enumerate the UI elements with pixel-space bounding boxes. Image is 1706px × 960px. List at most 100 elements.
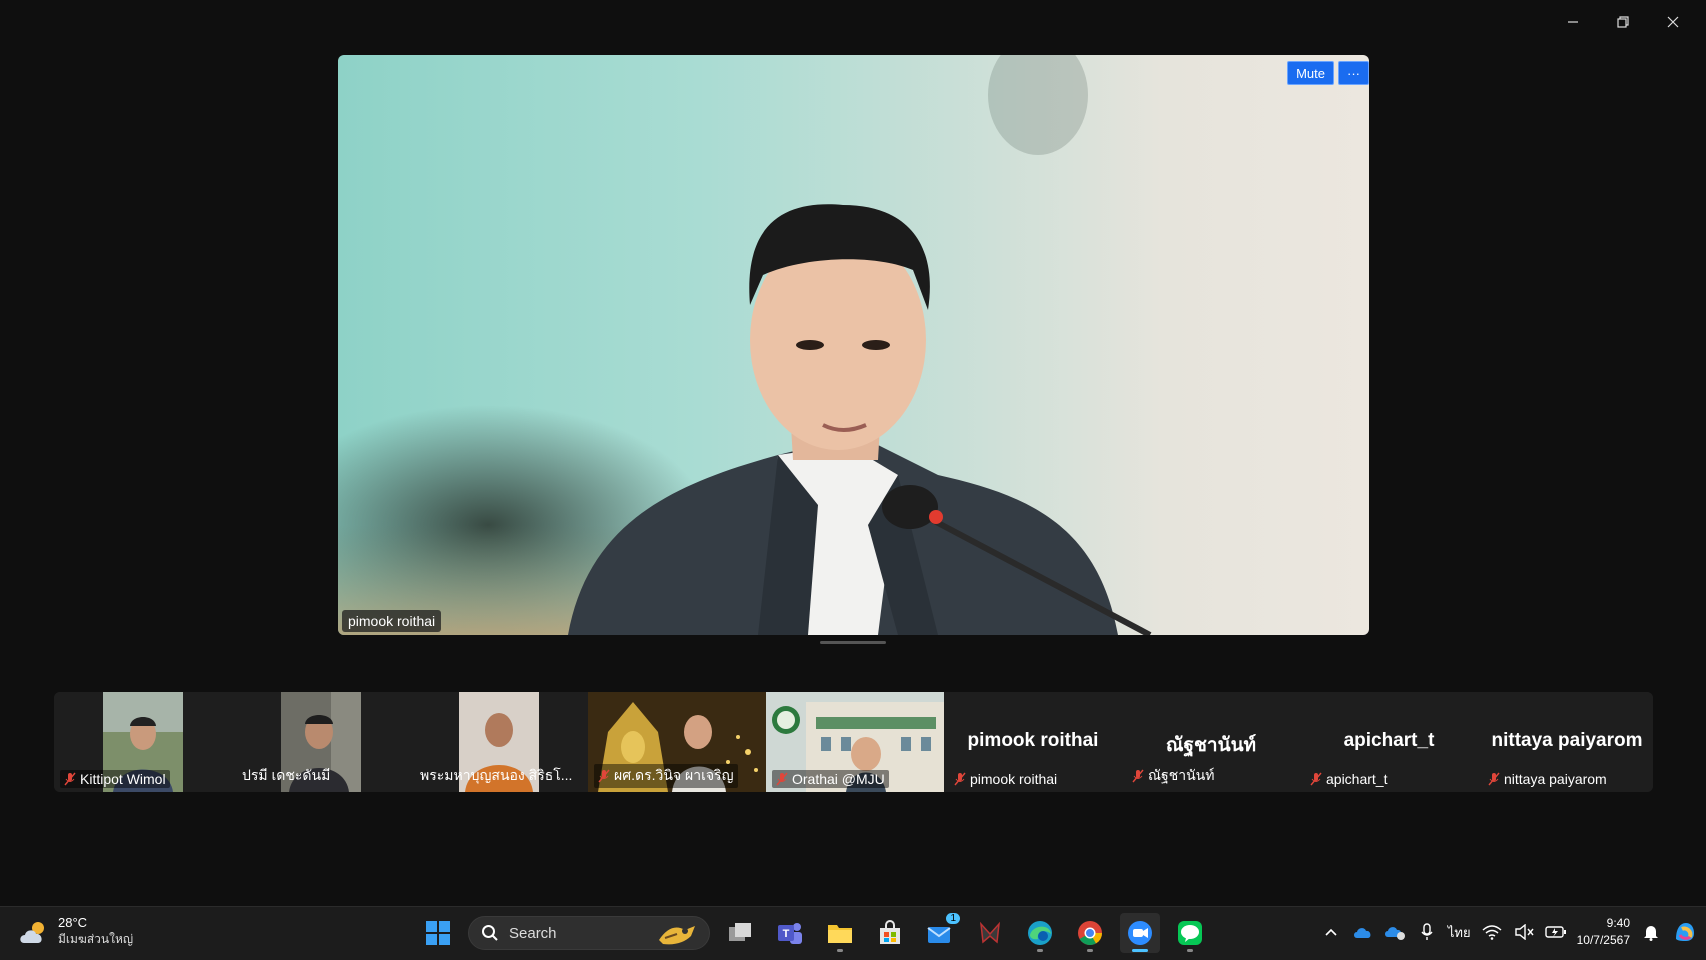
participant-tile[interactable]: nittaya paiyarom nittaya paiyarom — [1478, 692, 1653, 792]
participant-namebar: Orathai @MJU — [772, 770, 889, 788]
clock[interactable]: 9:40 10/7/2567 — [1577, 915, 1630, 949]
language-indicator[interactable]: ไทย — [1448, 915, 1471, 949]
participant-display-name: apichart_t — [1343, 730, 1435, 751]
running-indicator — [837, 949, 843, 952]
speaker-video-frame — [338, 55, 1152, 635]
speaker-name-label: pimook roithai — [342, 610, 442, 632]
mic-muted-icon — [64, 772, 76, 786]
copilot-icon — [1676, 923, 1694, 941]
participant-name: พระมหาบุญสนอง สิริธโ... — [420, 767, 573, 783]
show-hidden-icons-button[interactable] — [1320, 915, 1342, 949]
participant-name: apichart_t — [1326, 771, 1388, 787]
zoom-icon — [1128, 921, 1152, 945]
mic-muted-icon — [1132, 769, 1144, 783]
participant-name: Kittipot Wimol — [80, 771, 166, 787]
participant-name: ปรมี เดชะดันมี — [242, 767, 331, 783]
participant-name: ผศ.ดร.วินิจ ผาเจริญ — [614, 767, 734, 783]
participant-namebar: pimook roithai — [950, 770, 1061, 788]
file-explorer-button[interactable] — [820, 913, 860, 953]
taskbar-search[interactable] — [468, 916, 710, 950]
store-icon — [880, 920, 900, 944]
minimize-icon — [1568, 21, 1578, 23]
search-icon — [482, 925, 498, 941]
weather-widget[interactable]: 28°C มีเมฆส่วนใหญ่ — [18, 915, 133, 949]
more-options-button[interactable]: ··· — [1338, 61, 1369, 85]
onedrive-button[interactable] — [1352, 915, 1374, 949]
bell-icon — [1644, 926, 1658, 941]
cloud-icon — [1353, 928, 1371, 938]
weather-location: มีเมฆส่วนใหญ่ — [58, 932, 134, 946]
participant-namebar: ปรมี เดชะดันมี — [238, 764, 334, 788]
running-indicator — [1037, 949, 1043, 952]
resize-handle[interactable] — [820, 641, 886, 644]
window-controls — [1548, 6, 1698, 38]
clock-time: 9:40 — [1606, 916, 1630, 930]
store-button[interactable] — [870, 913, 910, 953]
participant-tile[interactable]: ณัฐชานันท์ ณัฐชานันท์ — [1122, 692, 1300, 792]
participant-tile[interactable]: ปรมี เดชะดันมี — [232, 692, 410, 792]
microphone-button[interactable] — [1416, 915, 1438, 949]
participant-tile[interactable]: Kittipot Wimol — [54, 692, 232, 792]
participant-tile[interactable]: Orathai @MJU — [766, 692, 944, 792]
participant-display-name: ณัฐชานันท์ — [1165, 735, 1257, 756]
active-speaker-video[interactable]: Mute ··· pimook roithai — [338, 55, 1369, 635]
start-button[interactable] — [418, 913, 458, 953]
zoom-button[interactable] — [1120, 913, 1160, 953]
participant-namebar: ณัฐชานันท์ — [1128, 764, 1218, 788]
mute-speaker-button[interactable]: Mute — [1287, 61, 1334, 85]
weather-temp: 28°C — [58, 915, 88, 930]
mail-badge: 1 — [946, 913, 960, 924]
mic-muted-icon — [1488, 772, 1500, 786]
notifications-button[interactable] — [1640, 915, 1662, 949]
chrome-button[interactable] — [1070, 913, 1110, 953]
onedrive-sync-button[interactable] — [1384, 915, 1406, 949]
line-button[interactable] — [1170, 913, 1210, 953]
search-highlight-icon — [659, 926, 695, 945]
close-icon — [1667, 16, 1679, 28]
svg-text:T: T — [783, 928, 790, 940]
start-icon — [426, 921, 450, 945]
game-icon — [979, 921, 1001, 944]
running-indicator — [1187, 949, 1193, 952]
video-controls: Mute ··· — [1287, 61, 1369, 85]
game-app-button[interactable] — [970, 913, 1010, 953]
volume-button[interactable] — [1513, 915, 1535, 949]
edge-icon — [1028, 921, 1052, 945]
search-input[interactable] — [509, 924, 649, 942]
participant-display-name: pimook roithai — [967, 730, 1099, 751]
close-button[interactable] — [1648, 6, 1698, 38]
restore-button[interactable] — [1598, 6, 1648, 38]
clock-date: 10/7/2567 — [1576, 933, 1630, 947]
wifi-button[interactable] — [1481, 915, 1503, 949]
mic-muted-icon — [1310, 772, 1322, 786]
restore-icon — [1617, 16, 1629, 28]
participant-name: ณัฐชานันท์ — [1148, 767, 1215, 783]
participant-name: nittaya paiyarom — [1504, 771, 1607, 787]
mail-button[interactable]: 1 — [920, 913, 960, 953]
wifi-icon — [1482, 925, 1502, 940]
copilot-button[interactable] — [1672, 915, 1698, 949]
participant-tile[interactable]: ผศ.ดร.วินิจ ผาเจริญ — [588, 692, 766, 792]
task-view-icon — [729, 923, 751, 941]
chevron-up-icon — [1325, 928, 1337, 936]
participant-namebar: พระมหาบุญสนอง สิริธโ... — [416, 764, 576, 788]
minimize-button[interactable] — [1548, 6, 1598, 38]
mic-muted-icon — [954, 772, 966, 786]
mail-icon — [927, 927, 951, 943]
participant-tile[interactable]: apichart_t apichart_t — [1300, 692, 1478, 792]
participant-tile[interactable]: pimook roithai pimook roithai — [944, 692, 1122, 792]
battery-button[interactable] — [1544, 915, 1567, 949]
teams-button[interactable]: T — [770, 913, 810, 953]
task-view-button[interactable] — [720, 913, 760, 953]
teams-icon: T — [778, 923, 802, 944]
edge-button[interactable] — [1020, 913, 1060, 953]
participant-namebar: nittaya paiyarom — [1484, 770, 1611, 788]
participant-display-name: nittaya paiyarom — [1491, 730, 1643, 751]
participant-namebar: ผศ.ดร.วินิจ ผาเจริญ — [594, 764, 738, 788]
cloud-weather-icon — [20, 922, 44, 943]
line-icon — [1178, 921, 1202, 945]
microphone-icon — [1421, 923, 1433, 940]
participant-tile[interactable]: พระมหาบุญสนอง สิริธโ... — [410, 692, 588, 792]
participant-strip: Kittipot Wimol ปรมี เดชะดันมี พระมหาบุญส… — [54, 692, 1653, 792]
running-indicator — [1132, 949, 1148, 952]
